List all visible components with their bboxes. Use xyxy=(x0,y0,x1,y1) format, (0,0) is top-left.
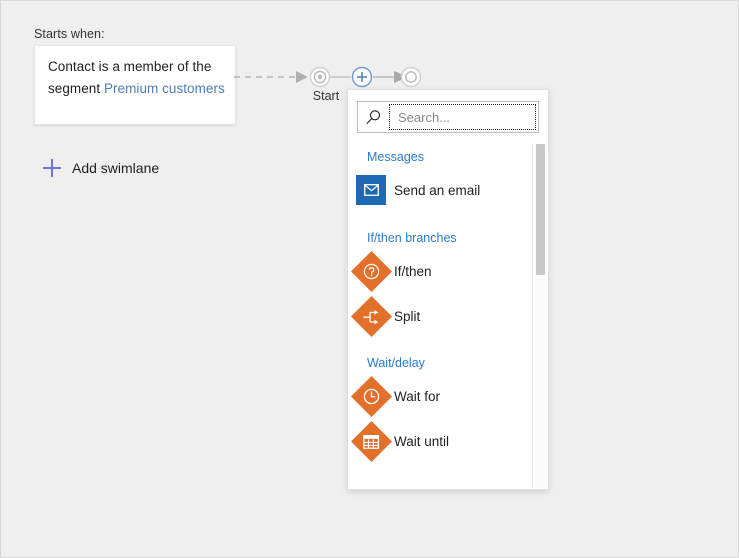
segment-link[interactable]: Premium customers xyxy=(104,81,225,96)
flyout-scrollbar-thumb[interactable] xyxy=(536,144,545,275)
step-list: Messages Send an email If/then branches xyxy=(348,144,548,489)
clock-icon xyxy=(348,382,394,411)
group-title-messages: Messages xyxy=(348,150,424,164)
step-item-label: Send an email xyxy=(394,183,480,198)
start-circle-icon xyxy=(311,68,330,87)
split-branch-icon xyxy=(348,302,394,331)
trigger-card-text: Contact is a member of the segment Premi… xyxy=(48,56,225,100)
step-item-if-then[interactable]: If/then xyxy=(348,249,533,293)
plus-circle-icon xyxy=(353,68,372,87)
add-swimlane-label: Add swimlane xyxy=(72,160,159,176)
group-title-wait-delay: Wait/delay xyxy=(348,356,425,370)
search-icon xyxy=(358,102,389,132)
search-input[interactable]: Search... xyxy=(389,104,536,130)
designer-canvas: Starts when: Contact is a member of the … xyxy=(0,0,739,558)
dashed-connector-line xyxy=(234,71,308,83)
calendar-icon xyxy=(348,427,394,456)
add-step-flyout: Search... Messages Send an email If/then… xyxy=(347,89,549,490)
step-item-label: Wait for xyxy=(394,389,440,404)
add-swimlane-button[interactable]: Add swimlane xyxy=(43,156,159,180)
envelope-icon xyxy=(348,175,394,205)
step-item-send-an-email[interactable]: Send an email xyxy=(348,168,533,212)
end-circle-icon xyxy=(402,68,421,87)
starts-when-label: Starts when: xyxy=(34,27,105,41)
trigger-card[interactable]: Contact is a member of the segment Premi… xyxy=(34,45,236,125)
step-item-split[interactable]: Split xyxy=(348,294,533,338)
step-item-label: Split xyxy=(394,309,420,324)
group-title-if-then-branches: If/then branches xyxy=(348,231,457,245)
flyout-scrollbar-track[interactable] xyxy=(532,144,547,488)
step-item-wait-until[interactable]: Wait until xyxy=(348,419,533,463)
step-item-label: Wait until xyxy=(394,434,449,449)
search-box[interactable]: Search... xyxy=(357,101,539,133)
question-circle-icon xyxy=(348,257,394,286)
step-item-label: If/then xyxy=(394,264,432,279)
step-item-wait-for[interactable]: Wait for xyxy=(348,374,533,418)
plus-icon xyxy=(43,159,61,177)
